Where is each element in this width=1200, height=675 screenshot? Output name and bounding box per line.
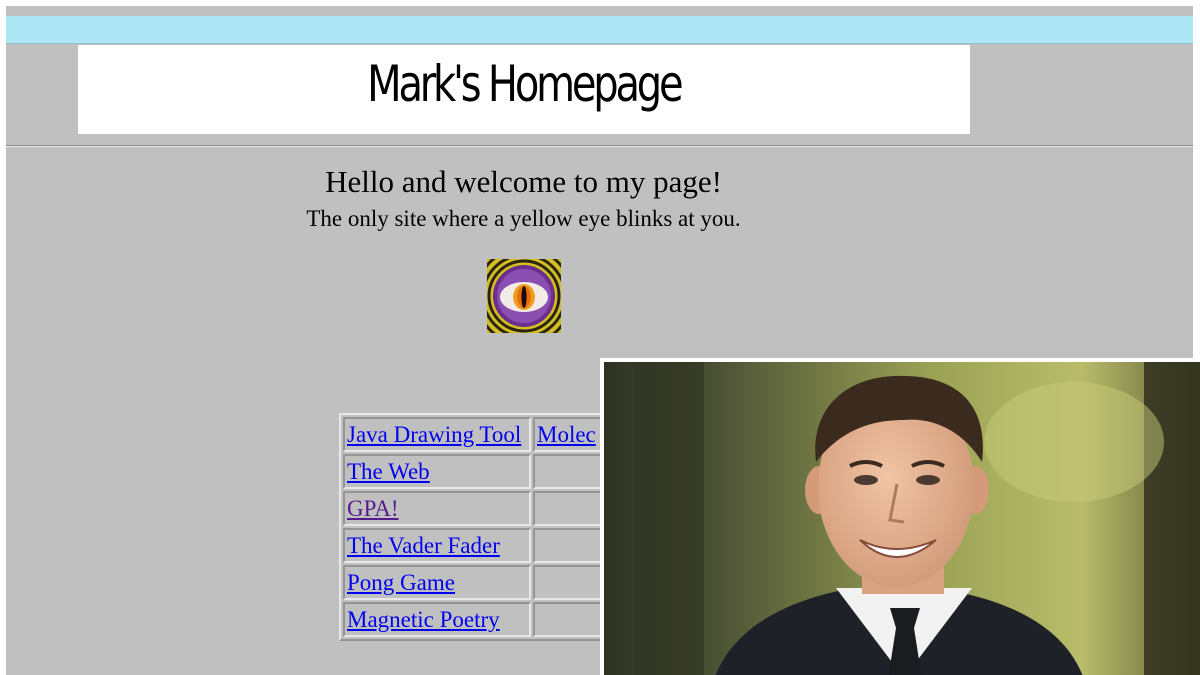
horizontal-rule	[6, 145, 1193, 147]
table-cell: The Web	[343, 454, 531, 489]
banner-title: Mark's Homepage	[367, 55, 683, 113]
welcome-subheading: The only site where a yellow eye blinks …	[306, 206, 741, 231]
table-cell: The Vader Fader	[343, 528, 531, 563]
link-the-web[interactable]: The Web	[347, 459, 430, 484]
portrait-photo	[604, 362, 1200, 675]
welcome-heading: Hello and welcome to my page!	[325, 164, 722, 199]
browser-top-bar	[6, 16, 1193, 44]
link-magnetic-poetry[interactable]: Magnetic Poetry	[347, 607, 500, 632]
table-cell: GPA!	[343, 491, 531, 526]
link-the-vader-fader[interactable]: The Vader Fader	[347, 533, 500, 558]
link-pong-game[interactable]: Pong Game	[347, 570, 455, 595]
table-cell: Magnetic Poetry	[343, 602, 531, 637]
link-molec[interactable]: Molec	[537, 422, 596, 447]
inset-photo	[600, 358, 1200, 675]
table-cell: Java Drawing Tool	[343, 417, 531, 452]
link-gpa[interactable]: GPA!	[347, 496, 399, 521]
yellow-eye-icon	[487, 259, 561, 333]
link-java-drawing-tool[interactable]: Java Drawing Tool	[347, 422, 521, 447]
table-cell: Pong Game	[343, 565, 531, 600]
banner: Mark's Homepage	[78, 45, 970, 134]
